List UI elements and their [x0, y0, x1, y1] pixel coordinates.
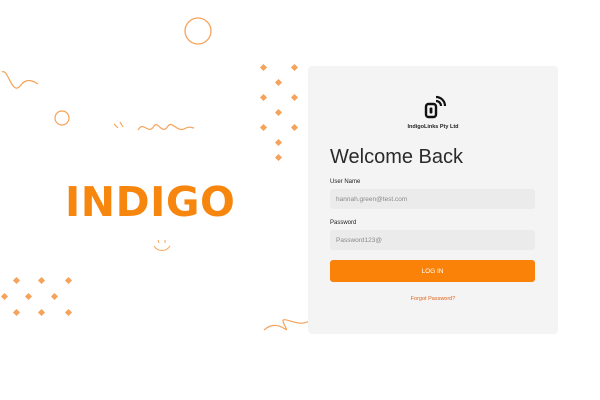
forgot-password-link[interactable]: Forgot Password? — [308, 296, 558, 302]
diamond-decoration — [24, 292, 33, 301]
password-label: Password — [330, 220, 357, 226]
login-button[interactable]: LOG IN — [330, 260, 535, 282]
smile-decoration — [153, 239, 171, 251]
diamond-decoration — [290, 63, 299, 72]
diamond-decoration — [274, 108, 283, 117]
diamond-decoration — [37, 276, 46, 285]
diamond-decoration — [12, 276, 21, 285]
login-page: INDIGO IndigoLinks Pty Ltd Welcome Back … — [0, 0, 600, 400]
wifi-phone-icon — [424, 95, 447, 119]
username-label: User Name — [330, 179, 361, 185]
diamond-decoration — [274, 153, 283, 162]
diamond-decoration — [259, 93, 268, 102]
circle-decoration — [184, 17, 212, 45]
diamond-decoration — [274, 78, 283, 87]
diamond-decoration — [290, 123, 299, 132]
login-card: IndigoLinks Pty Ltd Welcome Back User Na… — [308, 66, 558, 334]
diamond-decoration — [37, 308, 46, 317]
diamond-decoration — [290, 93, 299, 102]
username-input[interactable] — [330, 189, 535, 209]
circle-decoration — [54, 110, 70, 126]
password-input[interactable] — [330, 230, 535, 250]
diamond-decoration — [0, 292, 9, 301]
diamond-decoration — [50, 292, 59, 301]
diamond-decoration — [274, 138, 283, 147]
diamond-pattern-top — [259, 63, 299, 162]
diamond-decoration — [259, 123, 268, 132]
squiggle-decoration — [113, 121, 195, 131]
diamond-decoration — [64, 308, 73, 317]
page-title: Welcome Back — [330, 146, 464, 168]
brand-title: INDIGO — [65, 178, 236, 226]
diamond-pattern-bottom — [0, 276, 73, 317]
company-name: IndigoLinks Pty Ltd — [407, 124, 459, 130]
diamond-decoration — [259, 63, 268, 72]
diamond-decoration — [12, 308, 21, 317]
squiggle-decoration — [1, 71, 39, 89]
diamond-decoration — [64, 276, 73, 285]
